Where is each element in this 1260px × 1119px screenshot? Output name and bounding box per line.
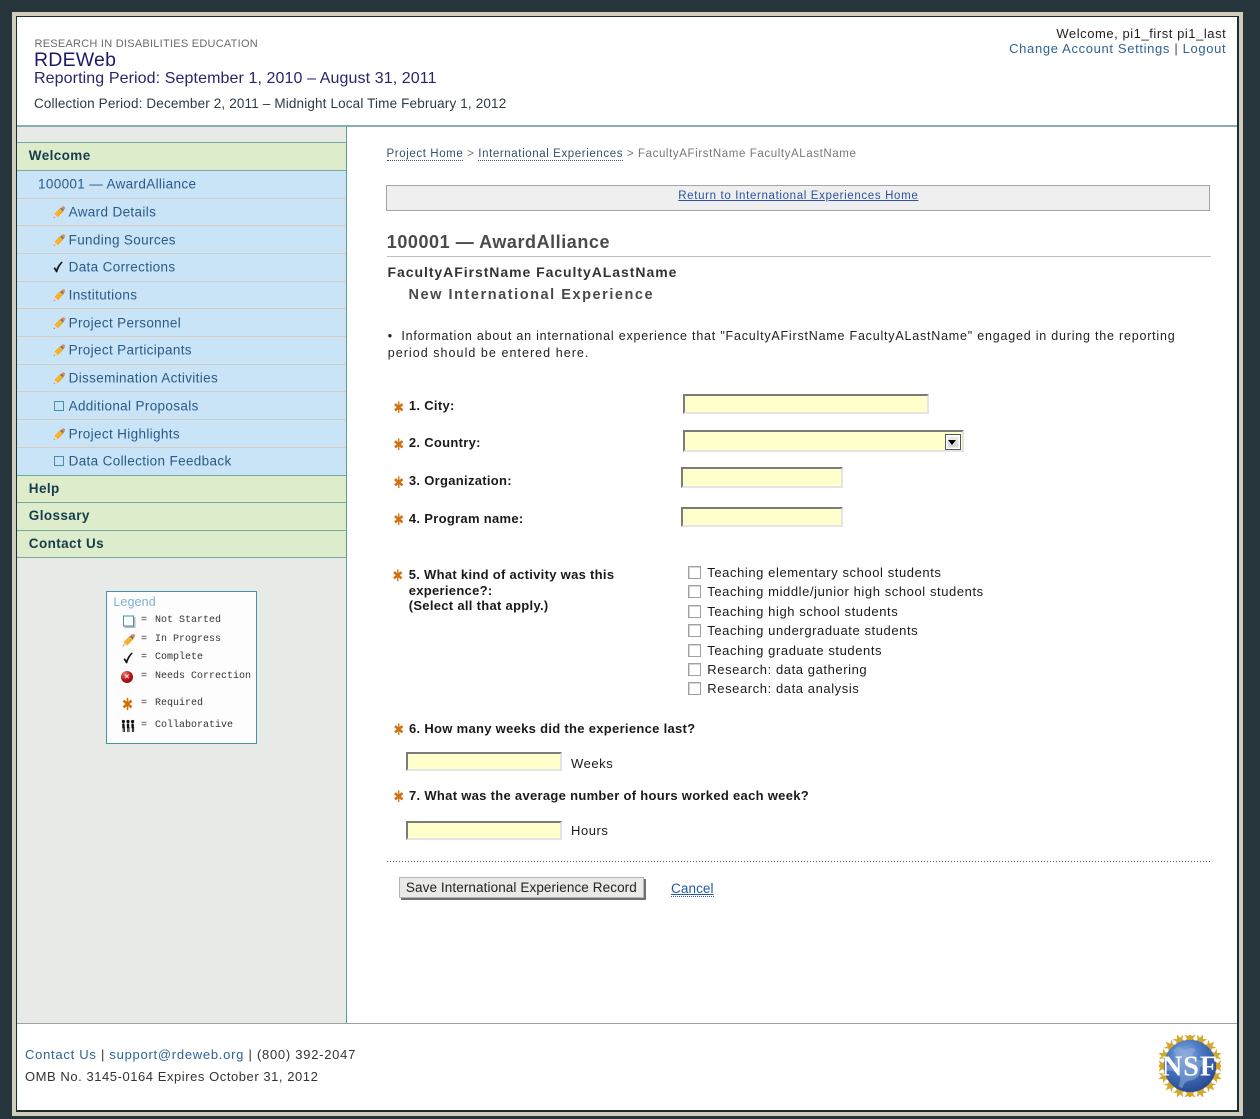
svg-text:NSF: NSF xyxy=(1162,1052,1218,1083)
